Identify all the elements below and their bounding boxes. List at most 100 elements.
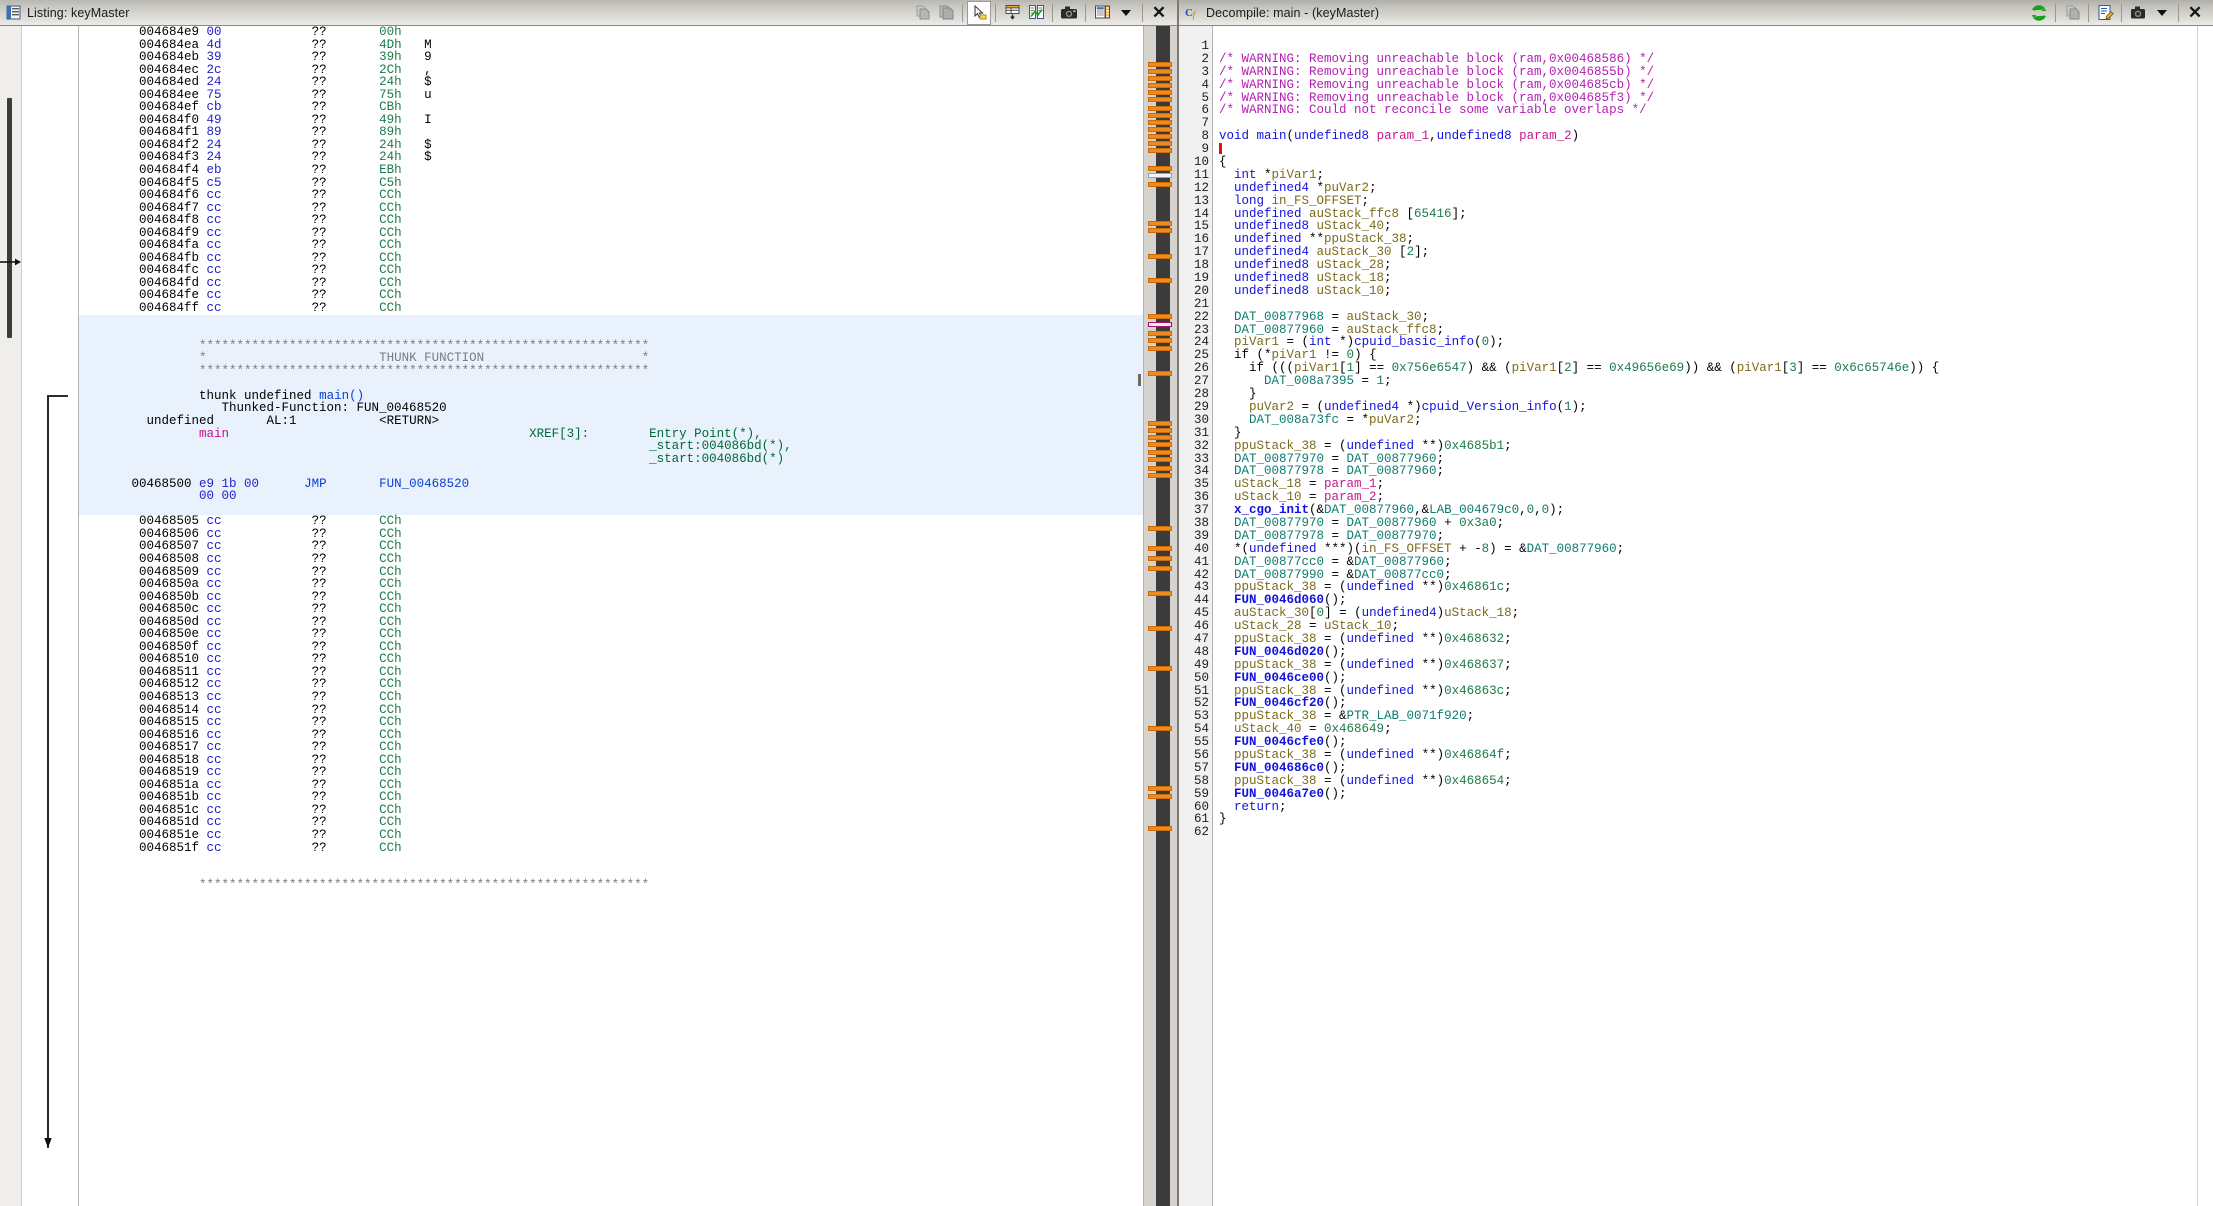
code-line[interactable]: ppuStack_38 = (undefined **)0x468632; [1219,633,2197,646]
code-line[interactable]: DAT_008a7395 = 1; [1219,375,2197,388]
code-token: ); [1571,399,1587,414]
listing-vertical-scrollbar[interactable] [0,26,22,1206]
navigation-marker[interactable] [1148,526,1172,531]
code-line[interactable] [1219,826,2197,839]
copy-icon[interactable] [2060,1,2084,25]
code-token: 0x468654 [1444,773,1505,788]
code-line[interactable]: { [1219,156,2197,169]
navigation-marker[interactable] [1148,166,1172,171]
program-overview-navigation-bar[interactable] [1138,26,1177,1206]
navigation-marker[interactable] [1148,556,1172,561]
code-line[interactable]: /* WARNING: Could not reconcile some var… [1219,104,2197,117]
snapshot-camera-icon[interactable] [2126,1,2150,25]
code-line[interactable]: return; [1219,800,2197,814]
navigation-marker[interactable] [1148,83,1172,88]
navigation-marker[interactable] [1148,97,1172,102]
navigation-marker[interactable] [1148,473,1172,478]
listing-data-row[interactable]: 0046851f cc ?? CCh [79,841,1143,855]
code-line[interactable]: ppuStack_38 = (undefined **)0x46863c; [1219,684,2197,698]
navigation-marker[interactable] [1148,148,1172,153]
listing-data-row[interactable]: 004684ff cc ?? CCh [79,302,1143,315]
code-line[interactable] [1219,143,2197,156]
navigation-marker[interactable] [1148,62,1172,67]
copy-icon[interactable] [910,1,934,25]
code-line[interactable]: ppuStack_38 = (undefined **)0x46864f; [1219,749,2197,762]
navigation-marker[interactable] [1148,442,1172,447]
navigation-marker[interactable] [1148,322,1172,327]
refresh-icon[interactable] [2027,1,2051,25]
navigation-marker[interactable] [1148,278,1172,283]
thunk-instruction-row[interactable]: 00468500 e9 1b 00 JMP FUN_00468520 [79,477,1143,491]
navigation-marker[interactable] [1148,566,1172,571]
code-token: 0x6c65746e [1834,361,1910,376]
close-icon[interactable]: ✕ [2183,1,2207,25]
scrollbar-thumb[interactable] [7,98,12,338]
code-line[interactable]: uStack_40 = 0x468649; [1219,723,2197,736]
navigation-marker[interactable] [1148,371,1172,376]
code-line[interactable]: void main(undefined8 param_1,undefined8 … [1219,130,2197,143]
navigation-marker[interactable] [1148,826,1172,831]
navigation-marker[interactable] [1148,546,1172,551]
code-token: undefined8 [1294,129,1377,144]
code-line[interactable]: undefined8 uStack_10; [1219,284,2197,298]
navigation-marker[interactable] [1148,457,1172,462]
navigation-marker[interactable] [1148,127,1172,132]
navigation-marker[interactable] [1148,331,1172,336]
navigation-marker[interactable] [1148,338,1172,343]
navigation-marker[interactable] [1148,428,1172,433]
navigation-marker[interactable] [1148,113,1172,118]
chevron-down-icon[interactable] [2150,1,2174,25]
navigation-marker[interactable] [1148,666,1172,671]
navigation-marker[interactable] [1148,134,1172,139]
navigation-marker[interactable] [1148,120,1172,125]
thunk-instruction-bytes-cont[interactable]: 00 00 [79,490,1143,503]
diff-view-icon[interactable] [1024,1,1048,25]
navigation-marker[interactable] [1148,591,1172,596]
navigation-marker[interactable] [1148,182,1172,187]
thunk-separator-bottom[interactable]: ****************************************… [79,364,1143,378]
code-line[interactable]: } [1219,813,2197,826]
decompiler-vertical-scrollbar[interactable] [2197,26,2213,1206]
add-field-icon[interactable] [1000,1,1024,25]
filmstrip-icon[interactable] [1090,1,1114,25]
code-token: DAT_00877960 [1234,322,1325,337]
navigation-marker[interactable] [1148,76,1172,81]
navigation-marker[interactable] [1148,466,1172,471]
code-line[interactable]: DAT_008a73fc = *puVar2; [1219,413,2197,427]
navigation-marker[interactable] [1148,254,1172,259]
code-token: ; [1384,271,1392,286]
navigation-marker[interactable] [1148,786,1172,791]
navigation-marker[interactable] [1148,726,1172,731]
code-line[interactable]: FUN_0046a7e0(); [1219,787,2197,801]
code-line[interactable]: ppuStack_38 = (undefined **)0x468637; [1219,658,2197,672]
navigation-marker[interactable] [1148,106,1172,111]
navigation-marker[interactable] [1148,69,1172,74]
code-token: uStack_18 [1444,606,1512,621]
navigation-marker[interactable] [1148,450,1172,455]
paste-icon[interactable] [934,1,958,25]
navigation-marker[interactable] [1148,221,1172,226]
code-line[interactable]: ppuStack_38 = (undefined **)0x46861c; [1219,581,2197,594]
navigation-marker[interactable] [1148,141,1172,146]
navigation-marker[interactable] [1148,90,1172,95]
edit-note-icon[interactable] [2093,1,2117,25]
listing-code-area[interactable]: 004684e9 00 ?? 00h 004684ea 4d ?? 4Dh M … [78,26,1143,1206]
code-token: 0 [1316,606,1325,621]
cursor-select-icon[interactable] [967,0,991,25]
navigation-marker[interactable] [1148,173,1172,178]
navigation-marker[interactable] [1148,435,1172,440]
bottom-separator[interactable]: ****************************************… [79,879,1143,892]
navigation-marker[interactable] [1148,626,1172,631]
decompiled-c-code[interactable]: /* WARNING: Removing unreachable block (… [1213,26,2197,1206]
navigation-marker[interactable] [1148,421,1172,426]
navigation-marker[interactable] [1148,314,1172,319]
close-icon[interactable]: ✕ [1147,1,1171,25]
snapshot-camera-icon[interactable] [1057,1,1081,25]
xref-row[interactable]: _start:004086bd(*) [79,452,1143,466]
navigation-marker[interactable] [1148,346,1172,351]
navigation-marker[interactable] [1148,794,1172,799]
chevron-down-icon[interactable] [1114,1,1138,25]
navigation-marker[interactable] [1148,228,1172,233]
code-line[interactable]: ppuStack_38 = (undefined **)0x468654; [1219,773,2197,788]
